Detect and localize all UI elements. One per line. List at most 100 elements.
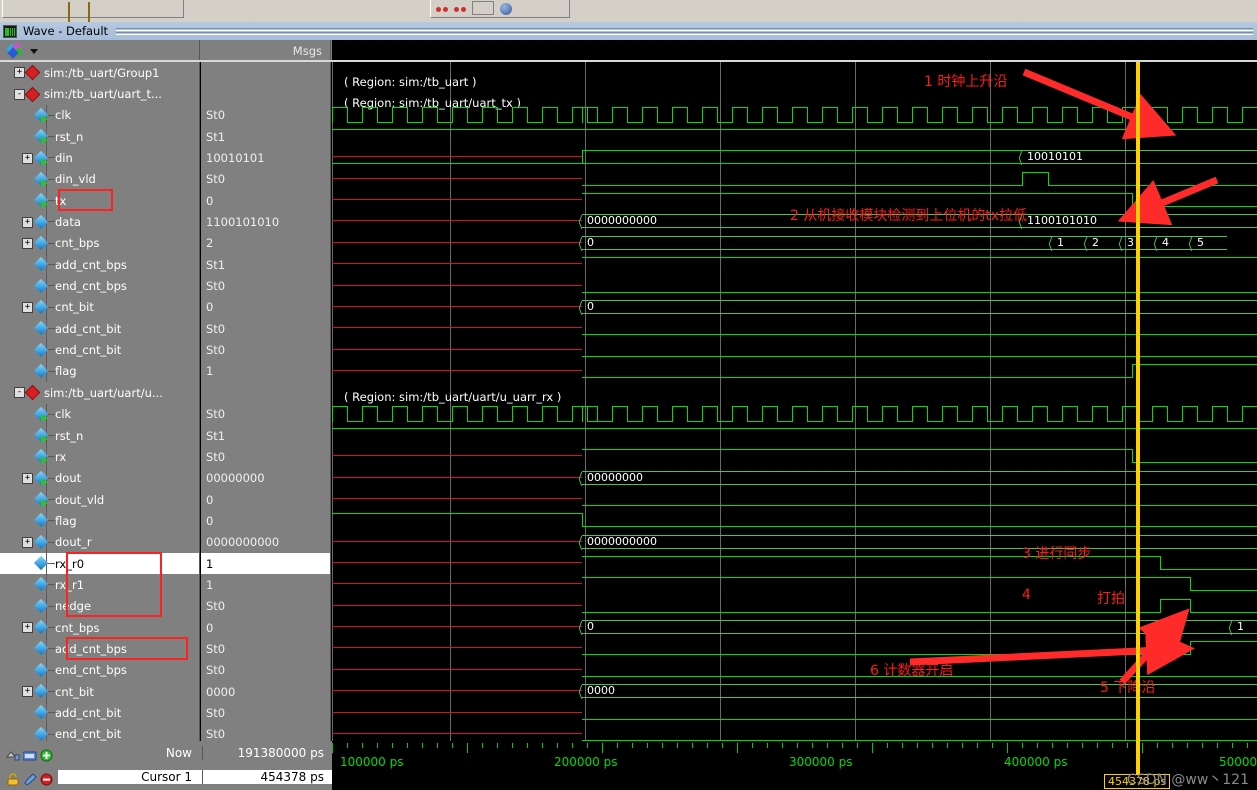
- signal-diamond-icon-1[interactable]: [8, 3, 22, 15]
- signal-row-sim--tb_uart-group1[interactable]: + sim:/tb_uart/Group1: [0, 62, 199, 83]
- clock-waveform: [582, 106, 1257, 123]
- signal-row-add_cnt_bps[interactable]: add_cnt_bps: [0, 254, 199, 276]
- signal-value: St0: [206, 343, 226, 358]
- expand-icon[interactable]: +: [22, 686, 33, 698]
- toolbar-group-cursor-tools[interactable]: [430, 0, 570, 18]
- signal-value-panel[interactable]: St0 St1 10010101 St0 0 1100101010 2 St1 St0 0 St0 S…: [201, 62, 331, 741]
- signal-diamond-icon-4[interactable]: [108, 3, 122, 15]
- expand-icon[interactable]: +: [22, 472, 33, 484]
- timeline-tick: [617, 743, 618, 748]
- cursor-1-timeline-marker[interactable]: [1136, 62, 1140, 774]
- signal-row-nedge[interactable]: nedge: [0, 595, 199, 617]
- name-column-header[interactable]: [0, 40, 200, 62]
- signal-row-cnt_bps[interactable]: + cnt_bps: [0, 616, 199, 639]
- signal-row-data[interactable]: + data: [0, 211, 199, 233]
- signal-row-end_cnt_bit[interactable]: end_cnt_bit: [0, 339, 199, 361]
- signal-row-rst_n[interactable]: rst_n: [0, 424, 199, 447]
- signal-row-dout_vld[interactable]: dout_vld: [0, 488, 199, 511]
- timeline-tick: [422, 743, 423, 748]
- bus-transition: [1230, 621, 1235, 635]
- signal-row-sim--tb_uart-uart_t---[interactable]: - sim:/tb_uart/uart_t...: [0, 83, 199, 104]
- cursor-pair-icon-1[interactable]: [436, 5, 448, 15]
- zoom-fit-icon[interactable]: [472, 1, 494, 15]
- signal-row-end_cnt_bps[interactable]: end_cnt_bps: [0, 275, 199, 297]
- status-row-cursor[interactable]: Cursor 1 454378 ps: [0, 765, 332, 789]
- signal-value: 0000: [206, 684, 236, 699]
- bus-cnt-bps-step-4: 5: [1192, 235, 1227, 250]
- signal-label: add_cnt_bps: [55, 257, 127, 272]
- internal-signal-icon: [33, 278, 50, 293]
- signal-row-flag[interactable]: flag: [0, 510, 199, 532]
- delete-cursor-icon[interactable]: [40, 771, 54, 785]
- signal-row-din[interactable]: + din: [0, 147, 199, 169]
- signal-edge: [1132, 363, 1133, 378]
- internal-signal-icon: [33, 299, 50, 315]
- output-signal-icon: [33, 470, 50, 486]
- expand-icon[interactable]: +: [22, 216, 33, 228]
- signal-row-add_cnt_bps[interactable]: add_cnt_bps: [0, 638, 199, 660]
- status-icons-now[interactable]: [0, 747, 58, 761]
- msgs-column-header[interactable]: Msgs: [201, 40, 331, 62]
- expand-icon[interactable]: +: [22, 301, 33, 313]
- signal-level-line: [1190, 641, 1257, 643]
- signal-level-line: [1160, 569, 1257, 571]
- timeline-ruler[interactable]: 100000 ps 200000 ps 300000 ps 400000 ps 5000…: [332, 62, 1257, 790]
- internal-signal-icon: [33, 513, 50, 528]
- signal-level-line: [332, 427, 1257, 429]
- bus-value: 2: [1092, 235, 1099, 249]
- timeline-tick: [1202, 743, 1203, 748]
- signal-diamond-icon-2[interactable]: [28, 3, 42, 15]
- signal-diamond-icon-3[interactable]: [48, 3, 62, 15]
- signal-row-cnt_bit[interactable]: + cnt_bit: [0, 680, 199, 703]
- lock-icon[interactable]: [6, 771, 20, 785]
- title-grip[interactable]: [116, 26, 1253, 36]
- add-cursor-icon[interactable]: [40, 747, 54, 761]
- wrench-icon[interactable]: [23, 771, 37, 786]
- signal-row-end_cnt_bps[interactable]: end_cnt_bps: [0, 659, 199, 681]
- cursor-value: 454378 ps: [202, 770, 332, 784]
- signal-edge: [1190, 598, 1191, 613]
- chevron-down-icon[interactable]: [30, 48, 38, 54]
- wave-compare-icon[interactable]: [22, 747, 37, 760]
- waveform-canvas[interactable]: ( Region: sim:/tb_uart ) ( Region: sim:/t…: [332, 62, 1257, 741]
- signal-name-panel[interactable]: + sim:/tb_uart/Group1- sim:/tb_uart/uart_t…: [0, 62, 200, 741]
- signal-row-cnt_bps[interactable]: + cnt_bps: [0, 232, 199, 255]
- insert-cursor-icon[interactable]: [5, 747, 20, 760]
- signal-row-rst_n[interactable]: rst_n: [0, 126, 199, 148]
- undefined-signal-line: [332, 476, 582, 478]
- signal-row-rx_r1[interactable]: rx_r1: [0, 574, 199, 596]
- signal-label: data: [55, 215, 81, 230]
- signal-value: 2: [206, 236, 214, 251]
- expand-icon[interactable]: +: [22, 536, 33, 548]
- signal-row-rx[interactable]: rx: [0, 446, 199, 468]
- signal-row-cnt_bit[interactable]: + cnt_bit: [0, 296, 199, 319]
- collapse-icon[interactable]: -: [14, 387, 25, 399]
- signal-row-clk[interactable]: clk: [0, 403, 199, 425]
- signal-row-tx[interactable]: tx: [0, 190, 199, 212]
- split-box-icon[interactable]: [88, 2, 102, 23]
- expand-icon[interactable]: +: [22, 152, 33, 164]
- signal-row-rx_r0[interactable]: rx_r0: [0, 552, 199, 575]
- signal-row-clk[interactable]: clk: [0, 104, 199, 127]
- signal-row-add_cnt_bit[interactable]: add_cnt_bit: [0, 702, 199, 724]
- region-diamond-icon: [24, 64, 41, 81]
- signal-row-flag[interactable]: flag: [0, 360, 199, 383]
- signal-row-dout[interactable]: + dout: [0, 467, 199, 489]
- signal-row-end_cnt_bit[interactable]: end_cnt_bit: [0, 723, 199, 741]
- signal-row-add_cnt_bit[interactable]: add_cnt_bit: [0, 318, 199, 340]
- expand-icon[interactable]: +: [22, 237, 33, 249]
- expand-icon[interactable]: +: [22, 622, 33, 634]
- signal-row-sim--tb_uart-uart-u---[interactable]: - sim:/tb_uart/uart/u...: [0, 382, 199, 403]
- input-signal-icon: [33, 171, 50, 187]
- group-box-icon[interactable]: [68, 2, 82, 23]
- globe-icon[interactable]: [500, 3, 512, 15]
- toolbar-group-wave-tools[interactable]: [2, 0, 184, 23]
- expand-icon[interactable]: +: [14, 67, 25, 79]
- undefined-signal-line: [332, 241, 582, 243]
- internal-signal-icon: [33, 534, 50, 549]
- signal-row-dout_r[interactable]: + dout_r: [0, 531, 199, 553]
- status-icons-cursor[interactable]: [0, 771, 58, 786]
- signal-row-din_vld[interactable]: din_vld: [0, 168, 199, 191]
- cursor-pair-icon-2[interactable]: [454, 5, 466, 15]
- wave-title-bar[interactable]: Wave - Default: [0, 22, 1257, 40]
